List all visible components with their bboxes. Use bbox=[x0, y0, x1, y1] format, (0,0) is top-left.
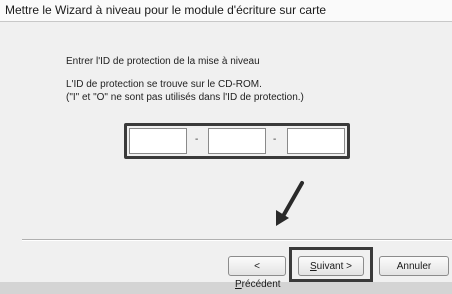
field-separator-1: - bbox=[195, 134, 199, 145]
previous-button-accesskey: P bbox=[235, 279, 242, 290]
field-separator-2: - bbox=[273, 134, 277, 145]
next-button[interactable]: Suivant > bbox=[298, 256, 364, 276]
previous-button[interactable]: < Précédent bbox=[228, 256, 286, 290]
title-bar: Mettre le Wizard à niveau pour le module… bbox=[0, 0, 452, 22]
info-text-line1: L'ID de protection se trouve sur le CD-R… bbox=[66, 79, 262, 90]
protection-id-field-2[interactable] bbox=[208, 128, 266, 154]
wizard-window: Mettre le Wizard à niveau pour le module… bbox=[0, 0, 452, 290]
arrow-down-icon bbox=[276, 181, 304, 226]
window-title: Mettre le Wizard à niveau pour le module… bbox=[5, 3, 327, 17]
footer-separator bbox=[22, 239, 452, 241]
next-button-accesskey: S bbox=[310, 261, 317, 272]
cancel-button[interactable]: Annuler bbox=[379, 256, 449, 276]
previous-button-prefix: < bbox=[254, 261, 260, 272]
instruction-text: Entrer l'ID de protection de la mise à n… bbox=[66, 56, 260, 67]
info-text-line2: ("I" et "O" ne sont pas utilisés dans l'… bbox=[66, 92, 304, 103]
next-button-label: uivant > bbox=[316, 261, 352, 272]
protection-id-field-1[interactable] bbox=[129, 128, 187, 154]
protection-id-field-3[interactable] bbox=[287, 128, 345, 154]
previous-button-label: récédent bbox=[241, 279, 281, 290]
